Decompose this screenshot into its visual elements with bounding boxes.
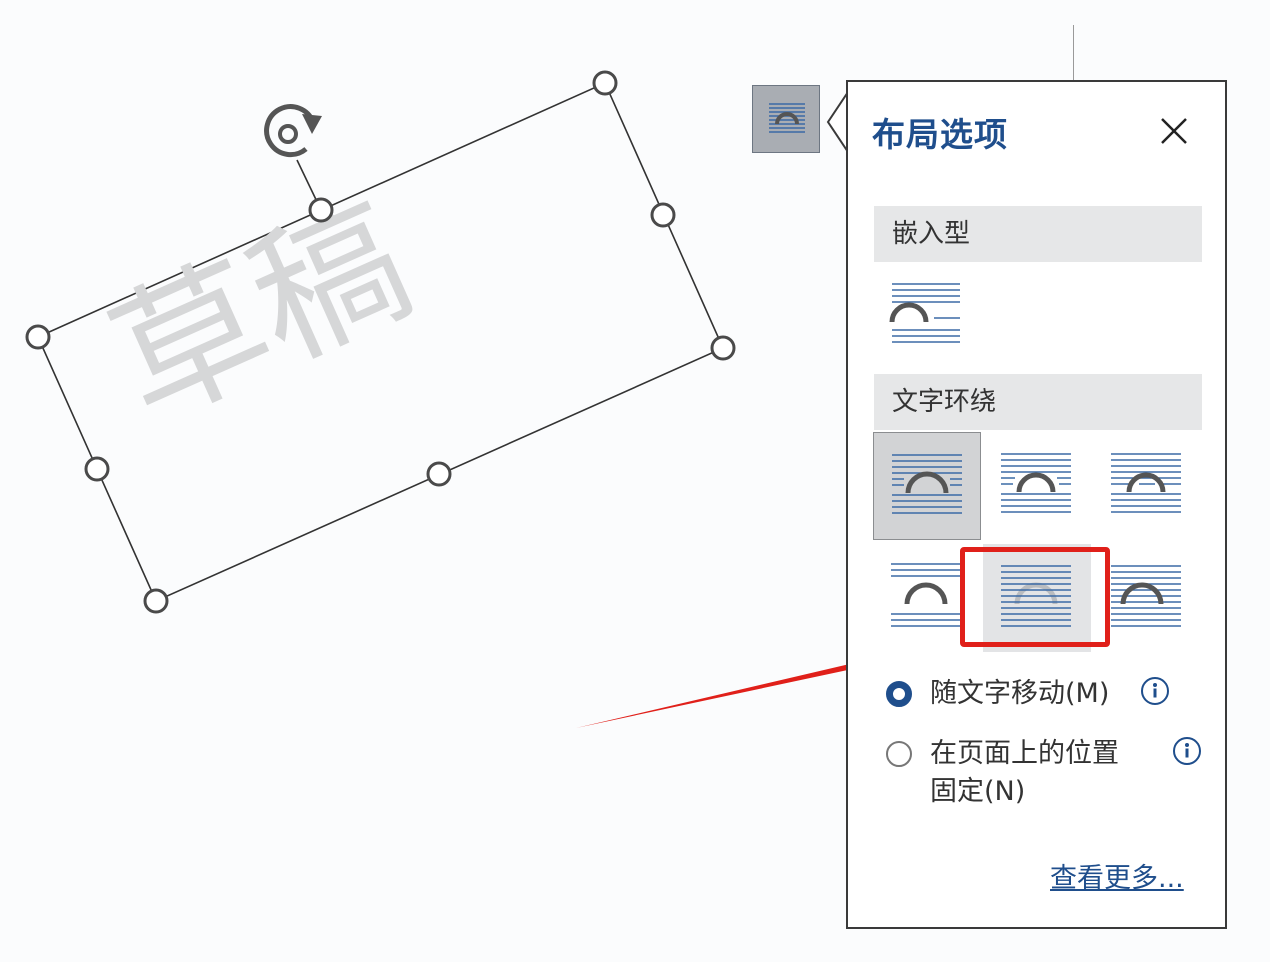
rotate-handle-icon[interactable] xyxy=(264,104,322,158)
resize-handle-right[interactable] xyxy=(710,335,736,361)
wrap-inline-option[interactable] xyxy=(872,272,980,380)
info-icon[interactable] xyxy=(1172,736,1202,766)
resize-handle-top-mid[interactable] xyxy=(308,197,334,223)
wrap-through-option[interactable] xyxy=(1093,432,1201,540)
radio-move-with-text-label: 随文字移动(M) xyxy=(930,678,1110,709)
close-icon[interactable] xyxy=(1158,115,1190,147)
resize-handle-right-mid[interactable] xyxy=(650,202,676,228)
wrap-top-bottom-option[interactable] xyxy=(873,544,981,652)
radio-move-with-text-control[interactable] xyxy=(886,681,912,707)
behind-text-wrap-icon xyxy=(1001,565,1071,627)
section-inline: 嵌入型 xyxy=(874,206,1202,262)
tight-wrap-icon xyxy=(1001,453,1071,513)
layout-options-button[interactable] xyxy=(752,85,820,153)
panel-title: 布局选项 xyxy=(872,115,1008,154)
info-icon[interactable] xyxy=(1140,676,1170,706)
section-text-wrapping: 文字环绕 xyxy=(874,374,1202,430)
wrap-behind-text-option[interactable] xyxy=(983,544,1091,652)
wrap-tight-option[interactable] xyxy=(983,432,1091,540)
through-wrap-icon xyxy=(1111,453,1181,513)
inline-wrap-icon xyxy=(889,283,960,343)
radio-fix-position-label-2: 固定(N) xyxy=(930,776,1026,807)
top-bottom-wrap-icon xyxy=(891,563,961,627)
in-front-wrap-icon xyxy=(1111,565,1181,627)
radio-fix-position-label-1: 在页面上的位置 xyxy=(930,738,1119,769)
layout-options-icon xyxy=(769,103,805,133)
watermark-text: 草稿 xyxy=(89,172,434,453)
radio-fix-position-control[interactable] xyxy=(886,741,912,767)
page-margin-line xyxy=(1073,25,1074,80)
see-more-link[interactable]: 查看更多... xyxy=(1050,856,1184,895)
watermark-textbox[interactable]: 草稿 xyxy=(25,70,736,614)
resize-handle-top-right[interactable] xyxy=(592,70,618,96)
resize-handle-left[interactable] xyxy=(25,324,51,350)
wrap-square-option[interactable] xyxy=(873,432,981,540)
resize-handle-left-mid[interactable] xyxy=(84,456,110,482)
resize-handle-bottom-mid[interactable] xyxy=(426,461,452,487)
layout-options-panel: 布局选项 嵌入型 文字环绕 随文字移动(M) 在页面上的位置 固定(N) 查看更… xyxy=(846,80,1227,929)
square-wrap-icon xyxy=(892,454,962,514)
resize-handle-bottom-left[interactable] xyxy=(143,588,169,614)
wrap-in-front-option[interactable] xyxy=(1093,544,1201,652)
